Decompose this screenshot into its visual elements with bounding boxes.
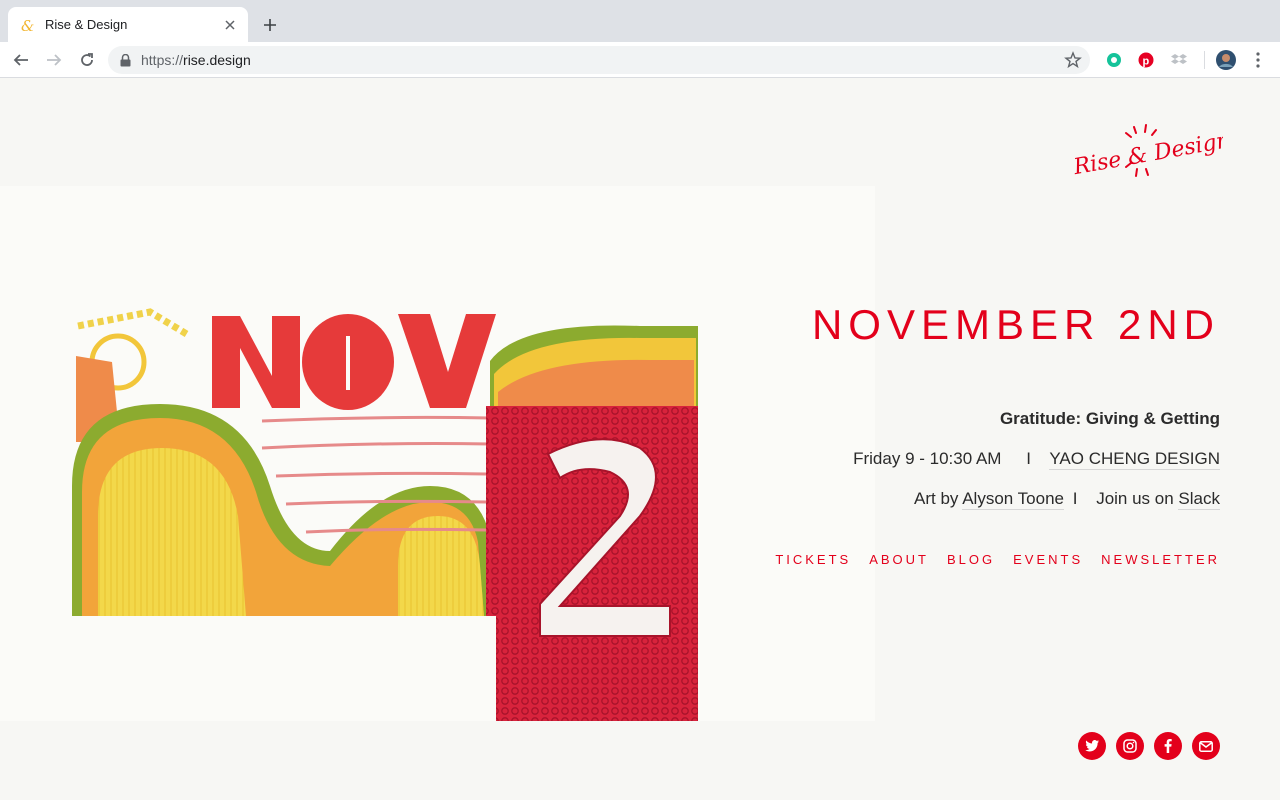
credits-line: Art by Alyson Toone I Join us on Slack (914, 489, 1220, 510)
bookmark-star-icon[interactable] (1064, 51, 1082, 69)
nav-tickets[interactable]: TICKETS (775, 552, 851, 567)
art-by-label: Art by (914, 489, 959, 508)
browser-tabstrip: & Rise & Design (0, 0, 1280, 42)
web-page: Rise & Design NOVEMBER 2ND Gratitude: Gi… (0, 79, 1280, 800)
social-links (1078, 732, 1220, 760)
main-nav: TICKETS ABOUT BLOG EVENTS NEWSLETTER (775, 552, 1220, 567)
nav-about[interactable]: ABOUT (869, 552, 929, 567)
separator-2: I (1072, 489, 1078, 508)
url-scheme: https:// (141, 52, 184, 68)
hero-embroidery-image (0, 186, 875, 721)
browser-tab[interactable]: & Rise & Design (8, 7, 248, 42)
yao-cheng-design-link[interactable]: YAO CHENG DESIGN (1049, 449, 1220, 470)
nav-events[interactable]: EVENTS (1013, 552, 1083, 567)
menu-kebab-icon[interactable] (1248, 50, 1268, 70)
facebook-icon[interactable] (1154, 732, 1182, 760)
new-tab-icon[interactable] (258, 13, 282, 37)
instagram-icon[interactable] (1116, 732, 1144, 760)
browser-toolbar: https://rise.design p (0, 42, 1280, 78)
pinterest-extension-icon[interactable]: p (1136, 50, 1156, 70)
slack-link[interactable]: Slack (1178, 489, 1220, 510)
profile-avatar[interactable] (1216, 50, 1236, 70)
dropbox-extension-icon[interactable] (1169, 50, 1189, 70)
back-icon[interactable] (9, 48, 33, 72)
close-tab-icon[interactable] (222, 17, 238, 33)
event-time-line: Friday 9 - 10:30 AM I YAO CHENG DESIGN (853, 449, 1220, 470)
address-bar[interactable]: https://rise.design (108, 46, 1090, 74)
event-date-heading: NOVEMBER 2ND (811, 301, 1220, 348)
toolbar-divider (1204, 51, 1205, 69)
lock-icon (120, 53, 131, 67)
mail-icon[interactable] (1192, 732, 1220, 760)
svg-text:p: p (1143, 56, 1150, 68)
nav-blog[interactable]: BLOG (947, 552, 995, 567)
twitter-icon[interactable] (1078, 732, 1106, 760)
alyson-toone-link[interactable]: Alyson Toone (962, 489, 1064, 510)
tab-title: Rise & Design (45, 17, 128, 32)
grammarly-extension-icon[interactable] (1104, 50, 1124, 70)
rise-design-logo[interactable]: Rise & Design (1068, 121, 1232, 180)
nav-newsletter[interactable]: NEWSLETTER (1101, 552, 1220, 567)
forward-icon[interactable] (42, 48, 66, 72)
separator: I (1026, 449, 1031, 468)
svg-text:&: & (21, 17, 34, 33)
event-title: Gratitude: Giving & Getting (999, 409, 1220, 428)
url-host: rise.design (183, 52, 251, 68)
event-time: Friday 9 - 10:30 AM (853, 449, 1002, 468)
reload-icon[interactable] (75, 48, 99, 72)
join-label: Join us on (1096, 489, 1174, 508)
ampersand-favicon-icon: & (20, 17, 36, 33)
